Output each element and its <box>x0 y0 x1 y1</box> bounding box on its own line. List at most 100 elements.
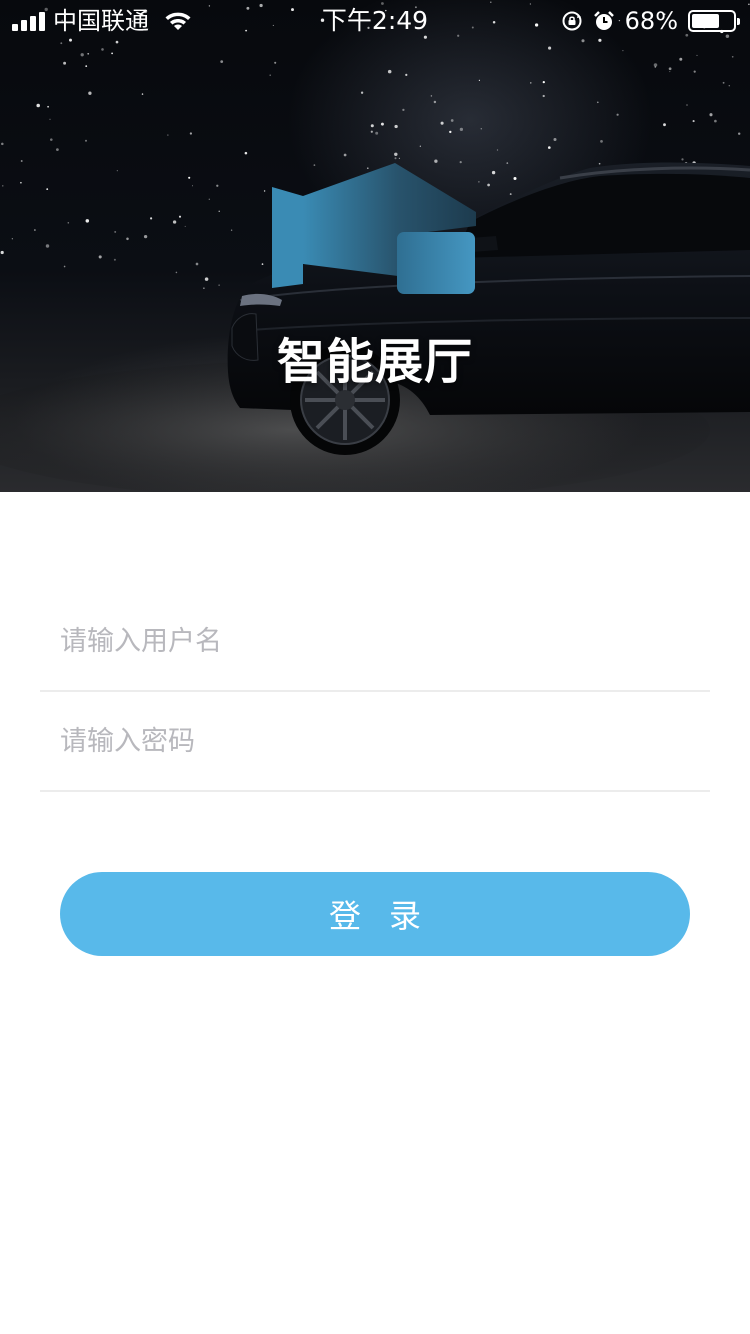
star <box>88 91 92 95</box>
star <box>220 60 224 63</box>
star <box>696 54 698 56</box>
star <box>692 120 695 123</box>
star <box>387 69 392 74</box>
status-bar: 中国联通 下午2:49 68% <box>0 0 750 40</box>
star <box>274 61 277 64</box>
star <box>433 100 437 104</box>
star <box>343 153 347 157</box>
star <box>263 190 266 192</box>
alarm-icon <box>593 11 614 30</box>
star <box>85 139 87 142</box>
username-input[interactable] <box>60 592 690 690</box>
star <box>663 123 666 127</box>
star <box>98 255 102 259</box>
star <box>218 210 220 212</box>
star <box>34 229 36 231</box>
star <box>0 250 4 255</box>
star <box>47 105 49 108</box>
login-button[interactable]: 登录 <box>60 872 690 956</box>
star <box>188 176 191 179</box>
star <box>204 277 209 281</box>
star <box>598 162 601 165</box>
star <box>269 74 271 76</box>
star <box>478 79 480 81</box>
star <box>430 95 433 97</box>
star <box>496 149 499 151</box>
star <box>11 238 13 240</box>
star <box>63 61 67 65</box>
star <box>487 183 490 187</box>
star <box>101 48 104 51</box>
star <box>191 185 194 187</box>
battery-icon <box>688 10 740 32</box>
star <box>184 225 186 227</box>
star <box>669 71 671 73</box>
star <box>731 55 734 58</box>
star <box>60 42 63 45</box>
star <box>450 119 454 122</box>
star <box>542 80 545 84</box>
star <box>141 93 144 95</box>
orientation-lock-icon <box>562 11 582 31</box>
star <box>216 184 219 187</box>
star <box>402 108 405 112</box>
star <box>178 215 182 218</box>
star <box>20 160 23 162</box>
star <box>547 146 551 149</box>
star <box>491 170 496 175</box>
star <box>85 219 90 223</box>
star <box>261 263 264 265</box>
star <box>370 124 374 128</box>
star <box>116 170 118 172</box>
hero-background-image <box>0 1 750 492</box>
star <box>313 164 316 166</box>
star <box>542 94 545 98</box>
star <box>111 52 113 55</box>
star <box>548 46 552 50</box>
star <box>49 118 51 120</box>
star <box>230 229 233 231</box>
star <box>80 53 84 57</box>
star <box>167 134 169 136</box>
star <box>654 66 657 68</box>
star <box>87 52 90 55</box>
star <box>653 63 658 67</box>
star <box>553 137 557 142</box>
star <box>530 82 532 84</box>
star <box>45 244 50 248</box>
star <box>459 161 462 164</box>
hero-banner: 中国联通 下午2:49 68% 智能展厅 <box>0 0 750 492</box>
star <box>714 119 717 123</box>
star <box>143 234 148 239</box>
star <box>126 237 129 241</box>
star <box>668 67 672 71</box>
star <box>709 113 713 117</box>
star <box>681 158 684 161</box>
star <box>375 131 379 135</box>
star <box>679 57 683 61</box>
star <box>366 167 369 170</box>
star <box>440 121 444 125</box>
star <box>203 287 205 289</box>
star <box>150 217 153 220</box>
star <box>85 65 88 67</box>
star <box>172 220 177 224</box>
star <box>208 198 210 200</box>
star <box>509 193 512 196</box>
password-input[interactable] <box>60 692 690 790</box>
star <box>114 230 117 233</box>
star <box>56 148 59 151</box>
star <box>380 122 384 126</box>
star <box>686 104 688 106</box>
star <box>449 130 452 134</box>
star <box>46 188 49 190</box>
star <box>622 49 624 52</box>
star <box>36 103 40 108</box>
star <box>596 101 599 104</box>
star <box>63 265 66 268</box>
star <box>50 138 53 141</box>
star <box>478 181 480 183</box>
star <box>434 159 438 163</box>
star <box>480 128 483 130</box>
star <box>394 152 398 157</box>
